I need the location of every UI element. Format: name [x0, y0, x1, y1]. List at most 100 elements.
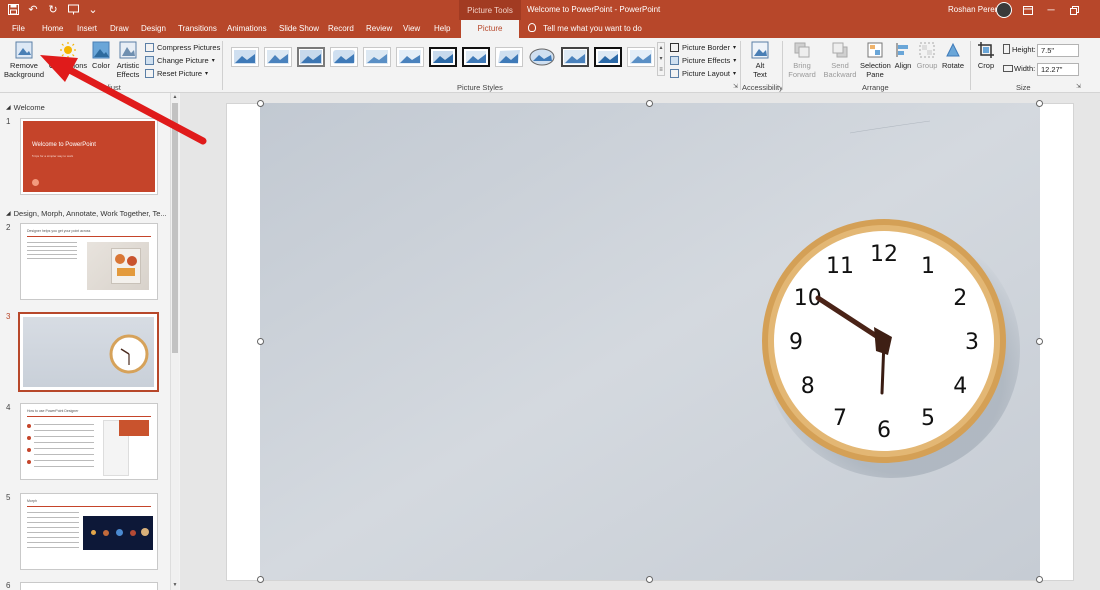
- picture-style-3[interactable]: [297, 47, 325, 67]
- section-header-welcome[interactable]: ◢ Welcome: [6, 103, 45, 112]
- crop-button[interactable]: Crop: [974, 41, 998, 70]
- tab-file[interactable]: File: [8, 20, 29, 38]
- clock-photo: 12 1234567891011: [260, 103, 1040, 580]
- picture-style-9[interactable]: [495, 47, 523, 67]
- picture-style-7[interactable]: [429, 47, 457, 67]
- change-picture-button[interactable]: Change Picture ▾: [145, 54, 215, 66]
- slide-thumbnail-5[interactable]: Morph: [20, 493, 158, 570]
- slide-thumbnail-3[interactable]: [18, 312, 159, 392]
- artistic-effects-button[interactable]: Artistic Effects: [113, 41, 143, 79]
- tab-review[interactable]: Review: [362, 20, 396, 38]
- artistic-effects-label-2: Effects: [116, 70, 140, 79]
- reset-picture-button[interactable]: Reset Picture ▾: [145, 67, 208, 79]
- picture-style-10[interactable]: [528, 47, 556, 67]
- section-title: Welcome: [13, 103, 45, 112]
- tab-transitions[interactable]: Transitions: [174, 20, 221, 38]
- undo-icon[interactable]: ↶: [26, 2, 40, 16]
- tab-home[interactable]: Home: [38, 20, 67, 38]
- picture-styles-group-label: Picture Styles: [457, 83, 503, 92]
- tab-picture-format[interactable]: Picture Format: [461, 20, 519, 51]
- resize-handle-sw[interactable]: [257, 576, 264, 583]
- picture-style-12[interactable]: [594, 47, 622, 67]
- resize-handle-se[interactable]: [1036, 576, 1043, 583]
- scroll-thumb[interactable]: [172, 103, 178, 353]
- picture-style-11[interactable]: [561, 47, 589, 67]
- picture-style-6[interactable]: [396, 47, 424, 67]
- tab-insert[interactable]: Insert: [73, 20, 101, 38]
- width-field[interactable]: 12.27": [1037, 63, 1079, 76]
- redo-icon[interactable]: ↻: [46, 2, 60, 16]
- alt-text-button[interactable]: Alt Text: [746, 41, 774, 79]
- ribbon-display-options-icon[interactable]: [1020, 2, 1036, 18]
- picture-style-8[interactable]: [462, 47, 490, 67]
- gallery-scroll[interactable]: ▴ ▾ ≡: [657, 42, 665, 76]
- separator: [782, 41, 783, 90]
- remove-background-button[interactable]: Remove Background: [2, 41, 46, 79]
- resize-handle-nw[interactable]: [257, 100, 264, 107]
- corrections-button[interactable]: Corrections: [48, 41, 88, 70]
- resize-handle-s[interactable]: [646, 576, 653, 583]
- text-lines: [27, 242, 77, 262]
- tab-design[interactable]: Design: [137, 20, 170, 38]
- collapse-triangle-icon: ◢: [6, 211, 11, 217]
- resize-handle-ne[interactable]: [1036, 100, 1043, 107]
- height-field[interactable]: 7.5": [1037, 44, 1079, 57]
- section-header-design[interactable]: ◢ Design, Morph, Annotate, Work Together…: [6, 209, 167, 218]
- scroll-up-arrow-icon[interactable]: ▲: [171, 94, 179, 100]
- user-name[interactable]: Roshan Perera: [948, 5, 1002, 14]
- presentation-icon[interactable]: [66, 2, 80, 16]
- chevron-down-icon: ▾: [205, 70, 209, 77]
- panel-scrollbar[interactable]: ▲ ▼: [170, 93, 179, 590]
- resize-handle-e[interactable]: [1036, 338, 1043, 345]
- compress-pictures-button[interactable]: Compress Pictures: [145, 41, 220, 53]
- save-icon[interactable]: [6, 2, 20, 16]
- slide-number: 3: [6, 312, 11, 321]
- change-picture-icon: [145, 55, 154, 65]
- resize-handle-n[interactable]: [646, 100, 653, 107]
- slide-thumbnail-2[interactable]: Designer helps you get your point across: [20, 223, 158, 300]
- picture-style-4[interactable]: [330, 47, 358, 67]
- tab-draw[interactable]: Draw: [106, 20, 133, 38]
- picture-layout-button[interactable]: Picture Layout ▾: [670, 67, 736, 79]
- picture-border-button[interactable]: Picture Border ▾: [670, 41, 736, 53]
- picture-style-2[interactable]: [264, 47, 292, 67]
- arrange-group-label: Arrange: [862, 83, 889, 92]
- restore-button[interactable]: [1066, 2, 1082, 18]
- scroll-down-arrow-icon[interactable]: ▼: [171, 582, 179, 588]
- picture-style-1[interactable]: [231, 47, 259, 67]
- width-label: Width:: [1014, 64, 1036, 73]
- tab-slide-show[interactable]: Slide Show: [275, 20, 323, 38]
- align-button[interactable]: Align: [892, 41, 914, 70]
- picture-style-13[interactable]: [627, 47, 655, 67]
- tab-animations[interactable]: Animations: [223, 20, 271, 38]
- effects-icon: [670, 55, 679, 65]
- picture-effects-button[interactable]: Picture Effects ▾: [670, 54, 736, 66]
- color-button[interactable]: Color: [89, 41, 113, 70]
- dialog-launcher-icon[interactable]: ⇲: [733, 83, 738, 90]
- picture-style-5[interactable]: [363, 47, 391, 67]
- avatar[interactable]: [996, 2, 1012, 18]
- slide-thumbnail-4[interactable]: How to use PowerPoint Designer: [20, 403, 158, 480]
- slide-4-title: How to use PowerPoint Designer: [27, 409, 79, 413]
- ribbon-tabs: File Home Insert Draw Design Transitions…: [0, 20, 1100, 51]
- size-dialog-launcher-icon[interactable]: ⇲: [1076, 83, 1081, 90]
- artistic-effects-label-1: Artistic: [116, 61, 140, 70]
- selected-clock-picture[interactable]: 12 1 2 3 4 5 6 7 8 9 10 11: [257, 100, 1043, 583]
- slide-thumbnail-1[interactable]: Welcome to PowerPoint 5 tips for a simpl…: [20, 118, 158, 195]
- group-button[interactable]: Group: [915, 41, 939, 70]
- tell-me-search[interactable]: Tell me what you want to do: [528, 20, 642, 38]
- tab-help[interactable]: Help: [430, 20, 454, 38]
- slide-2-title: Designer helps you get your point across: [27, 229, 91, 233]
- tab-view[interactable]: View: [399, 20, 424, 38]
- customize-qat-icon[interactable]: ⌄: [86, 2, 100, 16]
- resize-handle-w[interactable]: [257, 338, 264, 345]
- selection-pane-button[interactable]: Selection Pane: [860, 41, 891, 79]
- send-backward-button[interactable]: Send Backward: [822, 41, 858, 79]
- rotate-button[interactable]: Rotate: [940, 41, 966, 70]
- minimize-button[interactable]: ─: [1043, 2, 1059, 18]
- separator: [970, 41, 971, 90]
- tab-record[interactable]: Record: [324, 20, 358, 38]
- slide-thumbnail-6[interactable]: [20, 582, 158, 590]
- ribbon: Remove Background Corrections Color Arti…: [0, 38, 1100, 93]
- bring-forward-button[interactable]: Bring Forward: [784, 41, 820, 79]
